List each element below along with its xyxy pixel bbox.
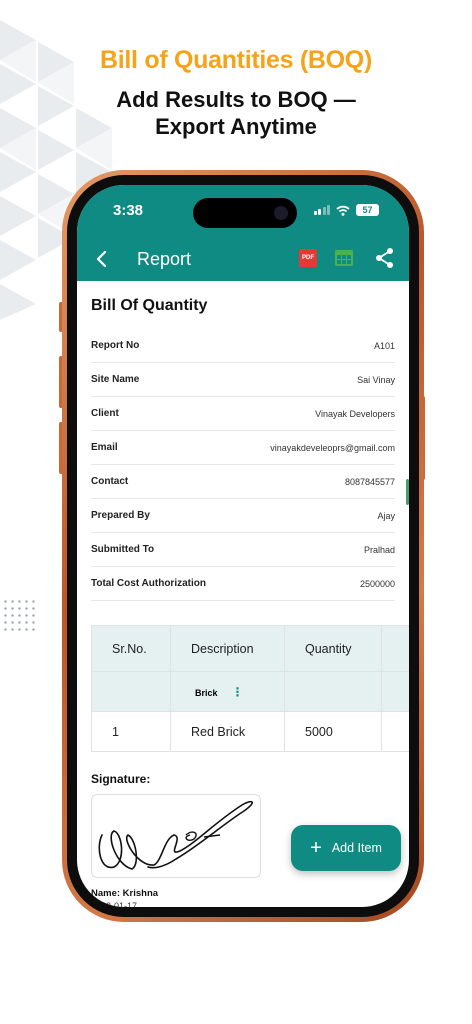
field-label: Client (91, 408, 119, 419)
pdf-export-icon[interactable]: PDF (299, 249, 317, 267)
field-row-client: Client Vinayak Developers (91, 397, 395, 431)
field-label: Submitted To (91, 544, 155, 555)
spreadsheet-export-icon[interactable] (335, 250, 353, 266)
column-header-sr-no: Sr.No. (91, 625, 171, 672)
report-title: Bill Of Quantity (91, 297, 208, 314)
field-label: Contact (91, 476, 129, 487)
field-row-report-no: Report No A101 (91, 329, 395, 363)
field-row-email: Email vinayakdeveleoprs@gmail.com (91, 431, 395, 465)
field-value: Vinayak Developers (315, 408, 395, 419)
field-label: Email (91, 442, 118, 453)
add-item-label: Add Item (331, 841, 382, 855)
phone-screen: 3:38 57 Report PDF Bill Of Quantity Repo… (77, 185, 409, 907)
table-header-row: Sr.No. Description Quantity (91, 625, 409, 672)
cellular-signal-icon (313, 205, 330, 215)
boq-table: Sr.No. Description Quantity Brick ⋮ 1 Re… (91, 625, 409, 752)
group-cell-empty (284, 671, 382, 712)
cell-overflow (381, 711, 409, 752)
field-row-contact: Contact 8087845577 (91, 465, 395, 499)
more-options-icon[interactable]: ⋮ (232, 685, 244, 699)
field-row-total-cost-authorization: Total Cost Authorization 2500000 (91, 567, 395, 601)
field-row-prepared-by: Prepared By Ajay (91, 499, 395, 533)
scrollbar-thumb[interactable] (406, 479, 409, 505)
cell-quantity: 5000 (284, 711, 382, 752)
signature-date: 2023-01-17 (91, 901, 138, 907)
table-group-row: Brick ⋮ (91, 671, 409, 712)
field-label: Total Cost Authorization (91, 578, 206, 589)
group-label: Brick (195, 687, 218, 698)
field-row-submitted-to: Submitted To Pralhad (91, 533, 395, 567)
phone-frame: 3:38 57 Report PDF Bill Of Quantity Repo… (62, 170, 424, 922)
group-cell-empty (381, 671, 409, 712)
report-fields: Report No A101 Site Name Sai Vinay Clien… (91, 329, 395, 601)
page-title: Report (137, 249, 192, 269)
table-row[interactable]: 1 Red Brick 5000 (91, 711, 409, 752)
report-content: Bill Of Quantity Report No A101 Site Nam… (77, 281, 409, 907)
group-cell-label: Brick ⋮ (170, 671, 285, 712)
plus-icon: + (310, 837, 322, 859)
toolbar: Report PDF (77, 245, 409, 275)
signature-name: Name: Krishna (91, 888, 159, 899)
promo-title: Bill of Quantities (BOQ) (100, 46, 372, 74)
cell-description: Red Brick (170, 711, 285, 752)
field-row-site-name: Site Name Sai Vinay (91, 363, 395, 397)
field-value: 8087845577 (344, 476, 395, 487)
cell-sr-no: 1 (91, 711, 171, 752)
column-header-description: Description (170, 625, 285, 672)
app-header: 3:38 57 Report PDF (77, 185, 409, 281)
field-value: A101 (373, 340, 395, 351)
camera-icon (274, 206, 288, 220)
field-value: vinayakdeveleoprs@gmail.com (270, 442, 395, 453)
signature-label: Signature: (91, 772, 151, 786)
battery-icon: 57 (356, 204, 379, 216)
dynamic-island (193, 198, 297, 228)
add-item-button[interactable]: + Add Item (291, 825, 401, 871)
dot-grid-decoration (2, 598, 36, 632)
group-cell-empty (91, 671, 171, 712)
field-value: Sai Vinay (357, 374, 395, 385)
column-header-quantity: Quantity (284, 625, 382, 672)
status-icons: 57 (313, 204, 379, 216)
status-time: 3:38 (113, 202, 144, 219)
share-icon[interactable] (375, 247, 395, 269)
field-label: Site Name (91, 374, 140, 385)
promo-subtitle-line-2: Export Anytime (155, 114, 317, 139)
field-value: Pralhad (363, 544, 395, 555)
field-value: Ajay (377, 510, 395, 521)
back-icon[interactable] (91, 248, 113, 270)
signature-box (91, 794, 261, 878)
field-label: Report No (91, 340, 140, 351)
wifi-icon (336, 205, 350, 216)
promo-subtitle-line-1: Add Results to BOQ — (116, 87, 356, 112)
signature-image (98, 800, 253, 870)
phone-bezel: 3:38 57 Report PDF Bill Of Quantity Repo… (67, 175, 419, 917)
field-label: Prepared By (91, 510, 150, 521)
column-header-overflow (381, 625, 409, 672)
promo-subtitle: Add Results to BOQ — Export Anytime (0, 86, 472, 140)
field-value: 2500000 (359, 578, 395, 589)
